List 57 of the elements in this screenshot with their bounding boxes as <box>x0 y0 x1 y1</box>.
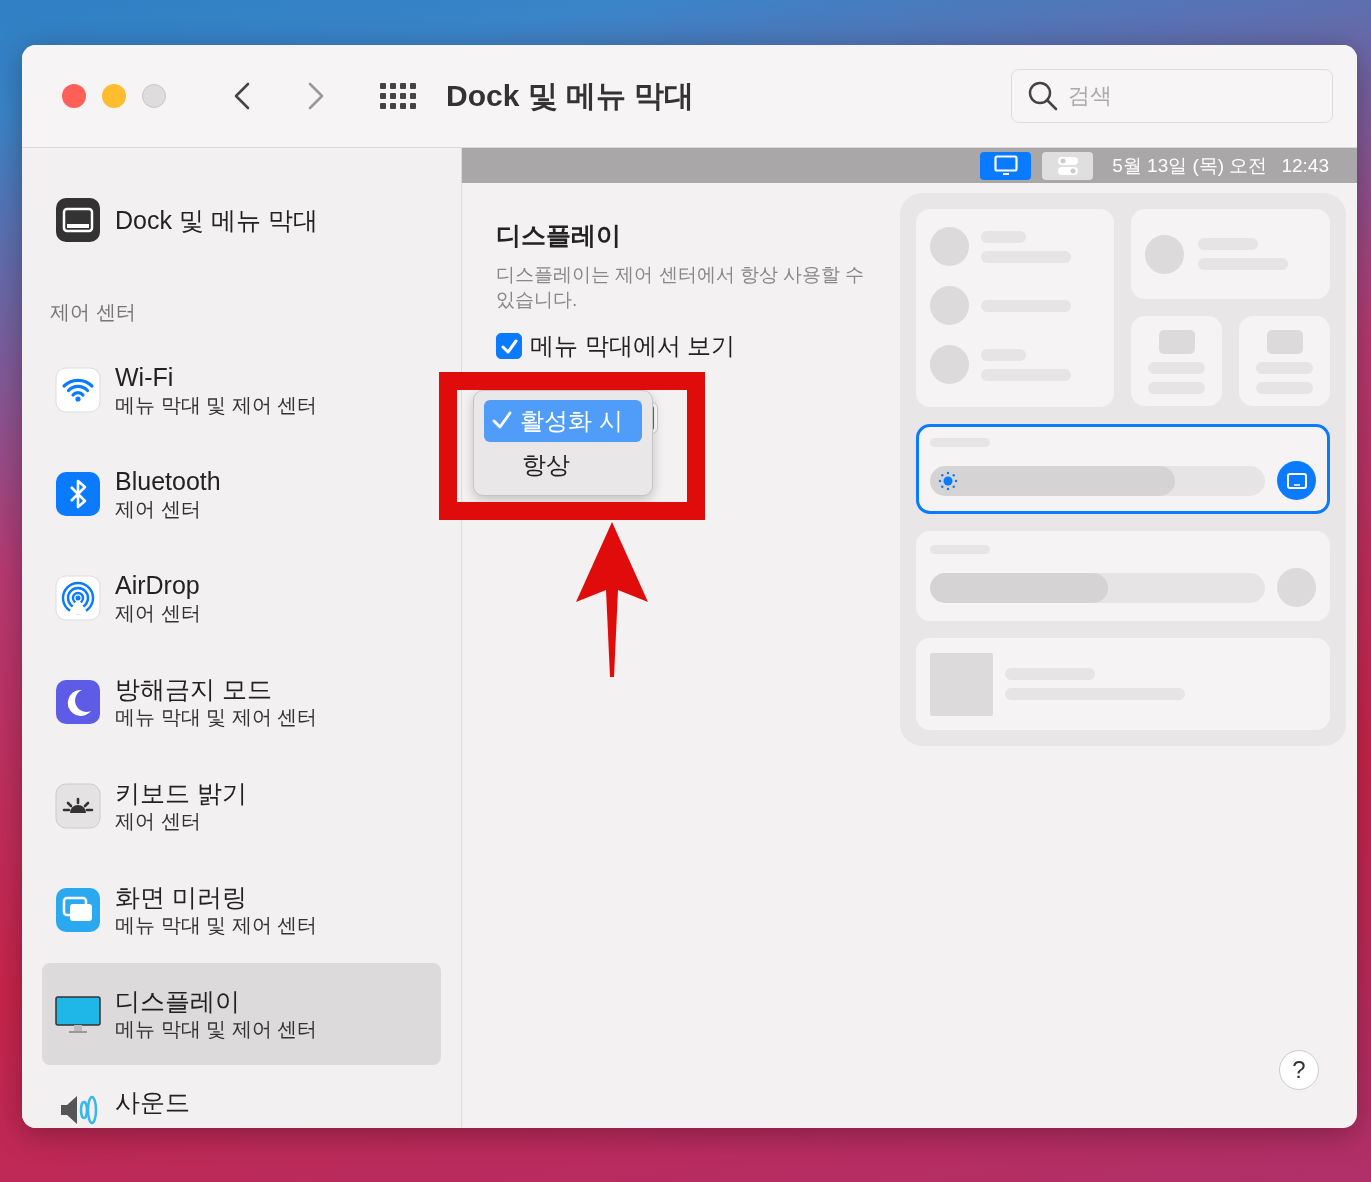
minimize-button[interactable] <box>102 84 126 108</box>
checkbox[interactable] <box>496 333 522 359</box>
item-subtitle: 메뉴 막대 및 제어 센터 <box>115 1017 318 1042</box>
checkbox-label: 메뉴 막대에서 보기 <box>530 331 736 361</box>
item-label: Wi-Fi <box>115 362 175 392</box>
sidebar-item[interactable]: 사운드 <box>42 1067 441 1128</box>
item-label: 사운드 <box>115 1087 190 1117</box>
wifi-icon <box>55 367 101 413</box>
checkmark-icon <box>500 338 518 354</box>
zoom-button[interactable] <box>142 84 166 108</box>
menu-bar-item[interactable] <box>1042 151 1094 180</box>
item-subtitle: 제어 센터 <box>115 809 202 834</box>
item-label: Dock 및 메뉴 막대 <box>115 204 318 236</box>
item-label: Bluetooth <box>115 466 221 496</box>
close-button[interactable] <box>62 84 86 108</box>
item-subtitle: 제어 센터 <box>115 601 201 626</box>
item-subtitle: 메뉴 막대 및 제어 센터 <box>115 913 318 938</box>
sidebar-item[interactable]: Bluetooth 제어 센터 <box>42 443 441 545</box>
sidebar-item[interactable]: 디스플레이 메뉴 막대 및 제어 센터 <box>42 963 441 1065</box>
sidebar-item[interactable]: 방해금지 모드 메뉴 막대 및 제어 센터 <box>42 651 441 753</box>
item-label: 키보드 밝기 <box>115 778 247 808</box>
sidebar-item[interactable]: 키보드 밝기 제어 센터 <box>42 755 441 857</box>
section-title: 디스플레이 <box>496 220 622 251</box>
airdrop-icon <box>55 575 101 621</box>
section-header: 제어 센터 <box>50 300 137 325</box>
sidebar-item[interactable]: AirDrop 제어 센터 <box>42 547 441 649</box>
item-label: AirDrop <box>115 570 201 600</box>
moon-icon <box>55 679 101 725</box>
keyboard-brightness-icon <box>55 783 101 829</box>
menu-option[interactable]: 항상 <box>484 444 642 486</box>
item-label: 디스플레이 <box>115 986 241 1016</box>
menu-bar-date: 5월 13일 (목) 오전 <box>1112 153 1268 178</box>
grid-icon[interactable] <box>380 83 416 109</box>
item-subtitle: 제어 센터 <box>115 497 202 522</box>
window-title: Dock 및 메뉴 막대 <box>446 77 695 114</box>
bluetooth-icon <box>55 471 101 517</box>
display-icon <box>1285 471 1308 490</box>
item-label: 방해금지 모드 <box>115 674 273 704</box>
sidebar-item[interactable]: Dock 및 메뉴 막대 <box>22 197 461 243</box>
checkmark-icon <box>492 411 512 430</box>
item-subtitle: 메뉴 막대 및 제어 센터 <box>115 705 318 730</box>
search-field[interactable]: 검색 <box>1011 69 1333 123</box>
search-input[interactable]: 검색 <box>1066 82 1290 110</box>
menu-bar-time: 12:43 <box>1281 154 1329 177</box>
help-button[interactable]: ? <box>1279 1050 1319 1090</box>
screen-mirroring-icon <box>55 887 101 933</box>
search-icon <box>1028 81 1058 111</box>
sun-icon <box>938 470 958 491</box>
item-subtitle: 메뉴 막대 및 제어 센터 <box>115 393 318 418</box>
menu-bar-item[interactable] <box>980 151 1032 180</box>
toggles-icon <box>1056 155 1079 176</box>
dock-icon <box>55 197 101 243</box>
sidebar-item[interactable]: Wi-Fi 메뉴 막대 및 제어 센터 <box>42 339 441 441</box>
item-label: 화면 미러링 <box>115 882 248 912</box>
description: 디스플레이는 제어 센터에서 항상 사용할 수 있습니다. <box>496 263 866 312</box>
monitor-icon <box>993 155 1018 176</box>
sidebar-item[interactable]: 화면 미러링 메뉴 막대 및 제어 센터 <box>42 859 441 961</box>
